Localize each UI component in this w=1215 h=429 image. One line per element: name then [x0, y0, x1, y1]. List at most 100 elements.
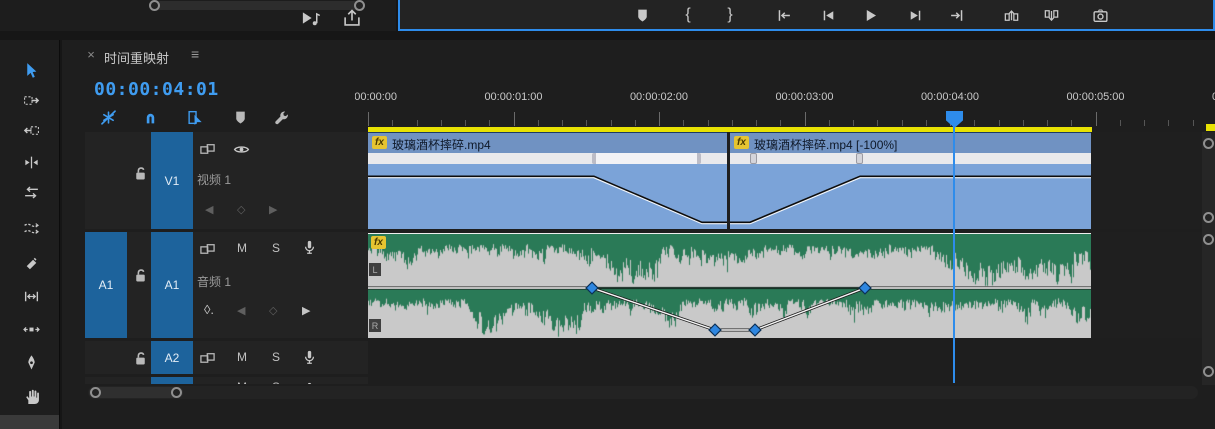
add-keyframe-button[interactable]: ◇: [237, 203, 245, 216]
mute-button[interactable]: M: [237, 350, 247, 364]
ripple-edit-tool[interactable]: [20, 119, 42, 141]
volume-keyframe[interactable]: [585, 281, 599, 295]
toggle-track-output-eye-icon[interactable]: [232, 140, 250, 158]
prev-keyframe-button[interactable]: ◀: [237, 304, 245, 317]
track-header-a2: A2 M S: [85, 341, 368, 374]
track-lock-icon[interactable]: [131, 349, 149, 367]
next-keyframe-button[interactable]: ▶: [302, 304, 310, 317]
prev-keyframe-button[interactable]: ◀: [205, 203, 213, 216]
play-audio-icon[interactable]: [300, 8, 322, 28]
extract-button[interactable]: [1042, 6, 1060, 24]
ruler-tick: [780, 120, 782, 126]
track-name-v1[interactable]: 视频 1: [197, 171, 231, 188]
video-clip-1[interactable]: fx 玻璃酒杯摔碎.mp4: [368, 132, 727, 229]
volume-rubber-band[interactable]: [368, 234, 1091, 338]
add-marker-button[interactable]: [633, 6, 651, 24]
audio-scroll-zoom-handle[interactable]: [1203, 366, 1214, 377]
volume-keyframe[interactable]: [708, 323, 722, 337]
sync-lock-icon[interactable]: [198, 240, 216, 258]
step-back-button[interactable]: [819, 6, 837, 24]
selection-tool[interactable]: [20, 59, 42, 81]
scrollbar-zoom-handle-left[interactable]: [90, 387, 101, 398]
solo-button[interactable]: S: [272, 241, 280, 255]
ruler-label: 00:00:01:00: [484, 91, 543, 103]
export-icon[interactable]: [342, 8, 362, 28]
horizontal-scrollbar-track[interactable]: [88, 386, 1198, 399]
voiceover-record-mic-icon[interactable]: [300, 379, 318, 384]
track-header-a1: A1 A1 M S 音频 1 ◊. ◀ ◇ ▶: [85, 232, 368, 338]
slide-tool[interactable]: [20, 318, 42, 340]
video-clip-2[interactable]: fx 玻璃酒杯摔碎.mp4 [-100%]: [730, 132, 1091, 229]
lift-button[interactable]: [1002, 6, 1020, 24]
ruler-tick: [368, 112, 369, 126]
mark-out-button[interactable]: }: [721, 6, 739, 24]
speed-ramp-rubber-band[interactable]: [730, 133, 1091, 230]
keyframe-type-menu-button[interactable]: ◊.: [204, 302, 214, 317]
remix-tool[interactable]: [20, 217, 42, 239]
track-name-a1[interactable]: 音频 1: [197, 273, 231, 290]
video-scroll-zoom-handle[interactable]: [1203, 138, 1214, 149]
program-monitor-transport-bar: {}: [398, 0, 1215, 31]
speed-ramp-rubber-band[interactable]: [368, 133, 727, 230]
go-to-in-button[interactable]: [774, 6, 792, 24]
mute-button[interactable]: M: [237, 241, 247, 255]
track-target-v1[interactable]: V1: [151, 132, 193, 229]
voiceover-record-mic-icon[interactable]: [300, 237, 318, 257]
ruler-label: 00:00:04:00: [920, 91, 980, 103]
ruler-label: 00:00:02:00: [629, 91, 689, 103]
track-lock-icon[interactable]: [131, 164, 149, 182]
source-patch-a1[interactable]: A1: [85, 232, 127, 338]
hand-tool[interactable]: [20, 385, 42, 407]
snap-icon[interactable]: [140, 107, 160, 127]
audio-scroll-zoom-handle[interactable]: [1203, 234, 1214, 245]
video-scroll-zoom-handle[interactable]: [1203, 212, 1214, 223]
top-scrollbar-zoom-handle-left[interactable]: [149, 0, 160, 11]
time-ruler[interactable]: 00:00:00:00 00:00:01:00 00:00:02:00 00:00:0…: [355, 85, 1215, 132]
slip-tool[interactable]: [20, 285, 42, 307]
sync-lock-icon[interactable]: [198, 381, 216, 384]
add-keyframe-button[interactable]: ◇: [269, 304, 277, 317]
track-lock-icon[interactable]: [131, 381, 149, 384]
track-target-a2[interactable]: A2: [151, 341, 193, 374]
panel-menu-icon[interactable]: ≡: [191, 46, 199, 62]
ruler-tick: [877, 120, 879, 126]
linked-selection-icon[interactable]: [185, 107, 205, 127]
top-scrollbar-thumb[interactable]: [150, 1, 365, 10]
razor-tool[interactable]: [20, 253, 42, 275]
voiceover-record-mic-icon[interactable]: [300, 347, 318, 367]
scrollbar-zoom-handle-right[interactable]: [171, 387, 182, 398]
export-frame-button[interactable]: [1091, 6, 1109, 24]
track-select-forward-tool[interactable]: [20, 89, 42, 111]
sync-lock-icon[interactable]: [198, 349, 216, 367]
volume-keyframe[interactable]: [858, 281, 872, 295]
ruler-label: 00:00:05:00: [1066, 91, 1125, 103]
nest-toggle-icon[interactable]: [98, 107, 118, 127]
track-target-a3[interactable]: A3: [151, 377, 193, 384]
playhead-line[interactable]: [953, 124, 955, 383]
audio-clip-1[interactable]: fx L R: [368, 233, 1091, 338]
mark-in-button[interactable]: {: [679, 6, 697, 24]
add-marker-icon[interactable]: [230, 107, 250, 127]
play-button[interactable]: [861, 6, 879, 24]
horizontal-scrollbar-thumb[interactable]: [89, 387, 183, 398]
solo-button[interactable]: S: [272, 380, 280, 384]
playhead-timecode[interactable]: 00:00:04:01: [94, 79, 219, 100]
step-forward-button[interactable]: [906, 6, 924, 24]
settings-wrench-icon[interactable]: [271, 107, 291, 127]
solo-button[interactable]: S: [272, 350, 280, 364]
volume-keyframe[interactable]: [748, 323, 762, 337]
next-keyframe-button[interactable]: ▶: [269, 203, 277, 216]
sync-lock-icon[interactable]: [198, 140, 216, 158]
mute-button[interactable]: M: [237, 380, 247, 384]
track-lock-icon[interactable]: [131, 266, 149, 284]
track-target-a1[interactable]: A1: [151, 232, 193, 338]
go-to-out-button[interactable]: [948, 6, 966, 24]
rate-stretch-tool[interactable]: [20, 181, 42, 203]
tab-time-remapping[interactable]: 时间重映射: [104, 48, 169, 67]
ruler-tick: [489, 120, 491, 126]
ruler-tick: [465, 120, 466, 126]
rolling-edit-tool[interactable]: [20, 151, 42, 173]
pen-tool[interactable]: [20, 351, 42, 373]
tab-close-button[interactable]: ×: [84, 46, 98, 62]
track-header-v1: V1 视频 1 ◀ ◇ ▶: [85, 132, 368, 229]
